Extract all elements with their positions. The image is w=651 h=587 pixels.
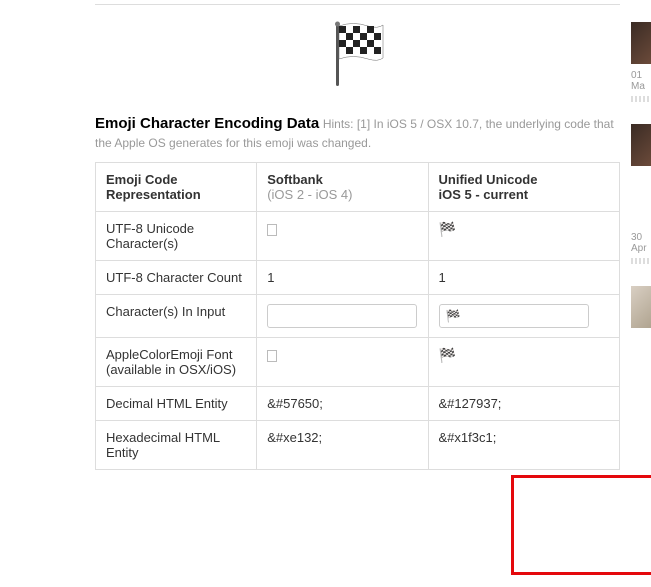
encoding-table: Emoji Code Representation Softbank (iOS … (95, 162, 620, 470)
table-row: Decimal HTML Entity &#57650; &#127937; (96, 387, 620, 421)
row-label: Hexadecimal HTML Entity (96, 421, 257, 470)
row-label: Character(s) In Input (96, 295, 257, 338)
unified-input[interactable] (439, 304, 589, 328)
th-unified: Unified Unicode iOS 5 - current (428, 163, 619, 212)
cell-softbank: &#57650; (257, 387, 428, 421)
divider (631, 258, 651, 264)
missing-glyph-icon (267, 224, 277, 236)
cell-softbank: &#xe132; (257, 421, 428, 470)
th-representation: Emoji Code Representation (96, 163, 257, 212)
heading-title: Emoji Character Encoding Data (95, 115, 319, 132)
cell-unified: 1 (428, 261, 619, 295)
table-row: Character(s) In Input (96, 295, 620, 338)
emoji-large-preview (95, 20, 620, 93)
cell-unified: 🏁 (428, 212, 619, 261)
th-softbank: Softbank (iOS 2 - iOS 4) (257, 163, 428, 212)
sidebar-date: 01 Ma (631, 70, 651, 92)
missing-glyph-icon (267, 350, 277, 362)
table-row: AppleColorEmoji Font (available in OSX/i… (96, 338, 620, 387)
row-label: UTF-8 Unicode Character(s) (96, 212, 257, 261)
thumbnail[interactable] (631, 22, 651, 64)
row-label: AppleColorEmoji Font (available in OSX/i… (96, 338, 257, 387)
thumbnail[interactable] (631, 286, 651, 328)
sidebar-date: 30 Apr (631, 232, 651, 254)
cell-softbank (257, 295, 428, 338)
cell-softbank (257, 212, 428, 261)
section-heading: Emoji Character Encoding Data Hints: [1]… (95, 113, 620, 152)
table-row: Hexadecimal HTML Entity &#xe132; &#x1f3c… (96, 421, 620, 470)
table-row: UTF-8 Unicode Character(s) 🏁 (96, 212, 620, 261)
checkered-flag-icon: 🏁 (439, 347, 457, 363)
table-row: UTF-8 Character Count 1 1 (96, 261, 620, 295)
cell-unified: 🏁 (428, 338, 619, 387)
divider (95, 4, 620, 5)
cell-unified: &#127937; (428, 387, 619, 421)
divider (631, 96, 651, 102)
cell-unified: &#x1f3c1; (428, 421, 619, 470)
row-label: Decimal HTML Entity (96, 387, 257, 421)
softbank-input[interactable] (267, 304, 417, 328)
sidebar-thumbnails: 01 Ma 30 Apr (631, 22, 651, 334)
cell-unified (428, 295, 619, 338)
cell-softbank (257, 338, 428, 387)
checkered-flag-icon (328, 20, 388, 90)
row-label: UTF-8 Character Count (96, 261, 257, 295)
checkered-flag-icon: 🏁 (439, 221, 457, 237)
cell-softbank: 1 (257, 261, 428, 295)
thumbnail[interactable] (631, 124, 651, 166)
highlight-annotation (511, 475, 651, 575)
